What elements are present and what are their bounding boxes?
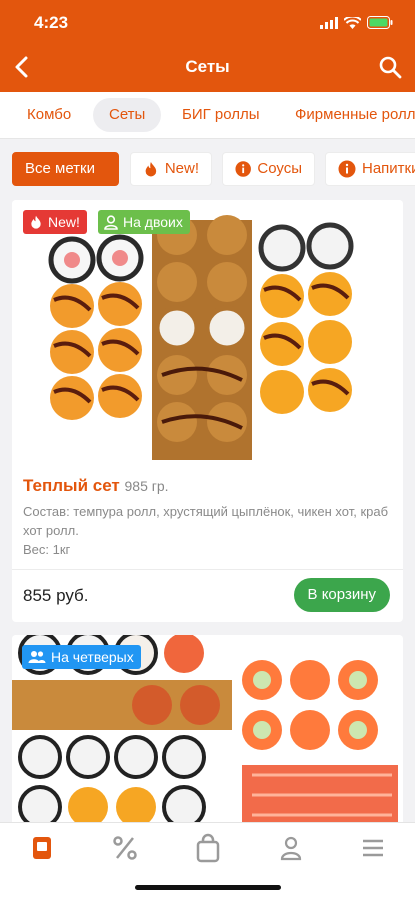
search-icon[interactable] bbox=[377, 54, 403, 80]
badge-for-two: На двоих bbox=[98, 210, 190, 234]
status-time: 4:23 bbox=[34, 13, 69, 32]
info-icon bbox=[235, 161, 251, 177]
tag-drinks-label: Напитки bbox=[362, 160, 415, 177]
add-to-cart-button[interactable]: В корзину bbox=[293, 578, 390, 612]
menu-catalog-icon[interactable] bbox=[27, 833, 57, 863]
tab-kombo[interactable]: Комбо bbox=[27, 98, 71, 132]
badge-for-four-label: На четверых bbox=[51, 649, 134, 665]
home-indicator[interactable] bbox=[135, 885, 281, 890]
shopping-bag-icon[interactable] bbox=[193, 833, 223, 863]
tab-big-rolly[interactable]: БИГ роллы bbox=[182, 98, 260, 132]
info-icon bbox=[338, 160, 356, 178]
product-price: 855 руб. bbox=[23, 586, 89, 605]
tab-sety[interactable]: Сеты bbox=[93, 98, 162, 132]
app-header: 4:23 Сеты bbox=[0, 0, 415, 92]
product-weight: 985 гр. bbox=[124, 478, 169, 494]
hamburger-menu-icon[interactable] bbox=[358, 833, 388, 863]
tag-new[interactable]: New! bbox=[130, 152, 212, 186]
product-title: Теплый сет 985 гр. bbox=[23, 476, 169, 496]
group-icon bbox=[28, 651, 46, 663]
tag-all-label: Все метки bbox=[25, 160, 95, 177]
product-name: Теплый сет bbox=[23, 476, 120, 495]
signal-icon bbox=[320, 16, 338, 29]
wifi-icon bbox=[344, 16, 361, 29]
flame-icon bbox=[145, 161, 157, 177]
badge-new-label: New! bbox=[48, 214, 80, 230]
person-icon bbox=[104, 214, 118, 230]
profile-icon[interactable] bbox=[276, 833, 306, 863]
tag-all[interactable]: Все метки bbox=[12, 152, 119, 186]
product-description: Состав: темпура ролл, хрустящий цыплёнок… bbox=[23, 504, 389, 538]
badge-new: New! bbox=[23, 210, 87, 234]
battery-icon bbox=[367, 16, 393, 29]
status-bar: 4:23 bbox=[0, 0, 415, 46]
product-weight-line: Вес: 1кг bbox=[23, 542, 71, 557]
tag-drinks[interactable]: Напитки bbox=[325, 152, 415, 186]
product-description-block: Состав: темпура ролл, хрустящий цыплёнок… bbox=[23, 502, 393, 559]
tab-firmennye-rolly[interactable]: Фирменные роллы bbox=[295, 98, 415, 132]
tag-filters: Все метки New! Соусы Напитки bbox=[0, 150, 415, 188]
tag-new-label: New! bbox=[164, 160, 199, 177]
category-tabs: Комбо Сеты БИГ роллы Фирменные роллы bbox=[0, 92, 415, 139]
percent-icon[interactable] bbox=[110, 833, 140, 863]
badge-for-four: На четверых bbox=[22, 645, 141, 669]
page-title: Сеты bbox=[185, 57, 230, 76]
status-icons bbox=[320, 16, 393, 29]
product-image bbox=[12, 200, 403, 462]
product-card[interactable]: На четверых bbox=[12, 635, 403, 835]
product-card[interactable]: New! На двоих Теплый сет 985 гр. Состав:… bbox=[12, 200, 403, 622]
divider bbox=[12, 569, 403, 570]
tag-sauces-label: Соусы bbox=[257, 160, 302, 177]
tag-sauces[interactable]: Соусы bbox=[222, 152, 315, 186]
flame-icon bbox=[31, 215, 41, 229]
badge-for-two-label: На двоих bbox=[123, 214, 183, 230]
